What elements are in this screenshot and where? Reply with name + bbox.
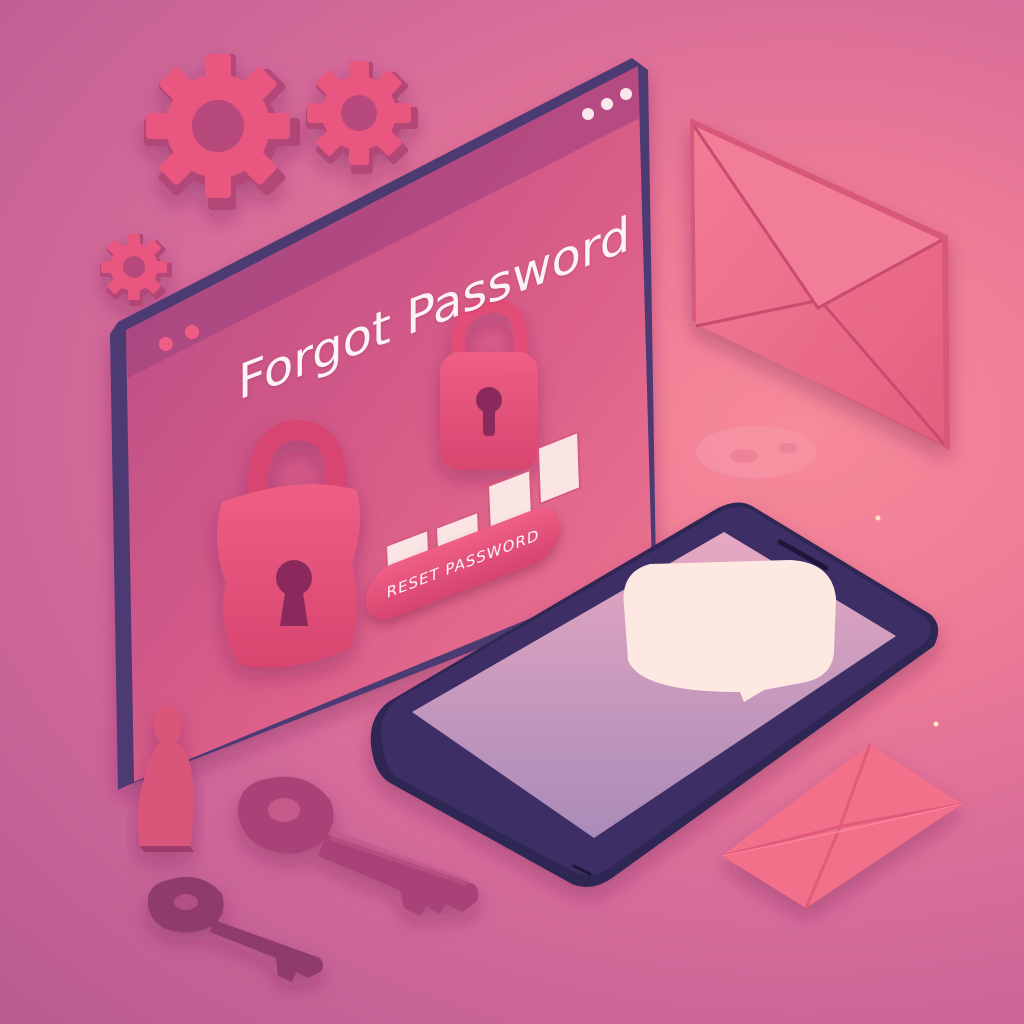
floating-shape [696, 426, 816, 478]
gear-icon-medium [306, 61, 418, 174]
illustration-canvas [100, 54, 963, 982]
key-icon-small [147, 877, 323, 982]
envelope-icon-large [690, 118, 950, 450]
gear-icon-large [144, 54, 300, 210]
forgot-password-illustration: Forgot Password RESET PASSWORD [0, 0, 1024, 1024]
chat-bubble-icon [623, 560, 836, 702]
gear-icon-small [100, 234, 172, 306]
